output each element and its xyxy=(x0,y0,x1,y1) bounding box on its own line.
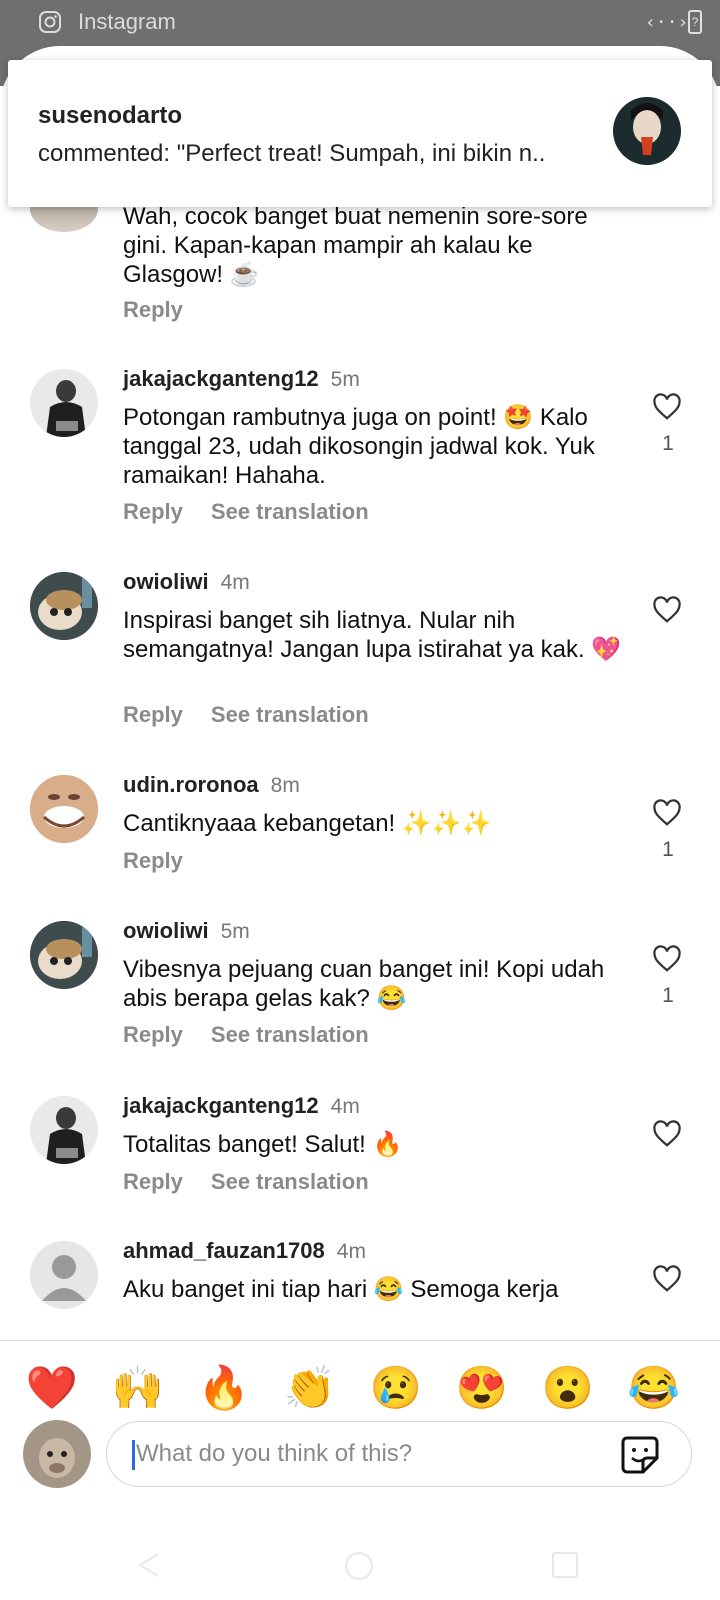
comment-text: Cantiknyaaa kebangetan! ✨✨✨ xyxy=(123,810,492,837)
heart-icon[interactable] xyxy=(652,1265,682,1293)
comment-actions: Reply See translation xyxy=(123,499,369,525)
see-translation-button[interactable]: See translation xyxy=(211,499,369,524)
notification-message: commented: "Perfect treat! Sumpah, ini b… xyxy=(38,140,546,167)
avatar[interactable] xyxy=(30,1096,98,1164)
avatar[interactable] xyxy=(30,921,98,989)
heart-icon[interactable] xyxy=(652,945,682,973)
sticker-icon[interactable] xyxy=(619,1434,661,1476)
laughing-emoji-button[interactable]: 😂 xyxy=(626,1360,682,1416)
fire-emoji-button[interactable]: 🔥 xyxy=(196,1360,252,1416)
comment-actions: Reply xyxy=(123,848,183,874)
avatar[interactable] xyxy=(30,369,98,437)
text-caret xyxy=(132,1440,135,1470)
clapping-emoji-button[interactable]: 👏 xyxy=(282,1360,338,1416)
comment-time: 8m xyxy=(270,774,300,797)
raising-hands-emoji-button[interactable]: 🙌 xyxy=(110,1360,166,1416)
divider xyxy=(0,1340,720,1341)
reply-button[interactable]: Reply xyxy=(123,297,183,322)
comment-text: Potongan rambutnya juga on point! 🤩 Kalo… xyxy=(123,404,595,489)
comment-text: Totalitas banget! Salut! 🔥 xyxy=(123,1131,403,1158)
comment-time: 4m xyxy=(330,1095,360,1118)
reply-button[interactable]: Reply xyxy=(123,848,183,873)
see-translation-button[interactable]: See translation xyxy=(211,1169,369,1194)
comment-username[interactable]: jakajackganteng12 5m xyxy=(123,366,360,392)
avatar[interactable] xyxy=(30,775,98,843)
system-nav-bar xyxy=(0,1532,720,1600)
heart-icon[interactable] xyxy=(652,1120,682,1148)
heart-icon[interactable] xyxy=(652,393,682,421)
like-count: 1 xyxy=(662,432,674,455)
comment-text: Vibesnya pejuang cuan banget ini! Kopi u… xyxy=(123,956,605,1012)
comment-actions: Reply See translation xyxy=(123,1022,369,1048)
surprised-emoji-button[interactable]: 😮 xyxy=(540,1360,596,1416)
reply-button[interactable]: Reply xyxy=(123,1169,183,1194)
comment-text: Aku banget ini tiap hari 😂 Semoga kerja xyxy=(123,1276,559,1303)
comment-input-placeholder: What do you think of this? xyxy=(136,1440,413,1467)
comment-notification-banner[interactable]: susenodarto commented: "Perfect treat! S… xyxy=(8,60,712,207)
avatar xyxy=(23,1420,91,1488)
comment-actions: Reply See translation xyxy=(123,702,369,728)
avatar[interactable] xyxy=(30,572,98,640)
comment-time: 5m xyxy=(220,920,250,943)
comment-actions: Reply See translation xyxy=(123,1169,369,1195)
comment-username[interactable]: udin.roronoa 8m xyxy=(123,772,300,798)
avatar[interactable] xyxy=(30,1241,98,1309)
emoji-reaction-bar: ❤️ 🙌 🔥 👏 😢 😍 😮 😂 xyxy=(0,1360,720,1420)
heart-eyes-emoji-button[interactable]: 😍 xyxy=(454,1360,510,1416)
nav-home-icon[interactable] xyxy=(345,1552,373,1580)
avatar xyxy=(613,97,681,165)
comment-username[interactable]: ahmad_fauzan1708 4m xyxy=(123,1238,366,1264)
comment-text: Wah, cocok banget buat nemenin sore-sore… xyxy=(123,203,588,288)
crying-emoji-button[interactable]: 😢 xyxy=(368,1360,424,1416)
notification-username: susenodarto xyxy=(38,102,183,129)
comment-time: 5m xyxy=(330,368,360,391)
like-count: 1 xyxy=(662,984,674,1007)
comment-username[interactable]: jakajackganteng12 4m xyxy=(123,1093,360,1119)
nav-recent-icon[interactable] xyxy=(552,1552,578,1578)
heart-emoji-button[interactable]: ❤️ xyxy=(24,1360,80,1416)
like-count: 1 xyxy=(662,838,674,861)
comment-text: Inspirasi banget sih liatnya. Nular nih … xyxy=(123,607,622,663)
see-translation-button[interactable]: See translation xyxy=(211,1022,369,1047)
reply-button[interactable]: Reply xyxy=(123,499,183,524)
reply-button[interactable]: Reply xyxy=(123,702,183,727)
heart-icon[interactable] xyxy=(652,596,682,624)
comment-username[interactable]: owioliwi 5m xyxy=(123,918,250,944)
reply-button[interactable]: Reply xyxy=(123,1022,183,1047)
comment-time: 4m xyxy=(336,1240,366,1263)
heart-icon[interactable] xyxy=(652,799,682,827)
comment-input[interactable]: What do you think of this? xyxy=(106,1421,692,1487)
comment-actions: Reply xyxy=(123,297,183,323)
comment-time: 4m xyxy=(220,571,250,594)
comment-username[interactable]: owioliwi 4m xyxy=(123,569,250,595)
see-translation-button[interactable]: See translation xyxy=(211,702,369,727)
nav-back-icon[interactable] xyxy=(136,1552,162,1578)
